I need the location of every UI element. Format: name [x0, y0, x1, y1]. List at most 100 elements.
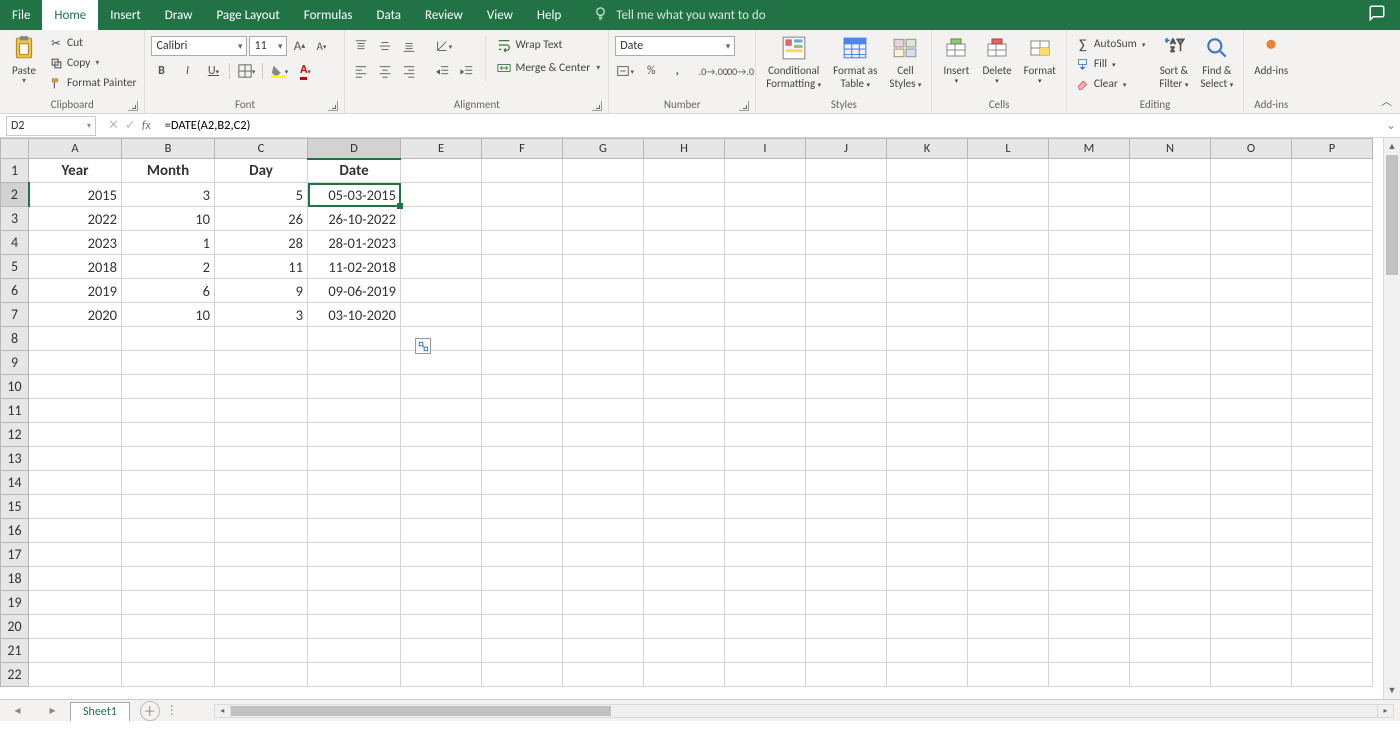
- cell-B17[interactable]: [122, 543, 215, 567]
- cell-P16[interactable]: [1292, 519, 1373, 543]
- cell-E8[interactable]: [401, 327, 482, 351]
- decrease-indent-icon[interactable]: [433, 61, 453, 81]
- cell-K11[interactable]: [887, 399, 968, 423]
- row-header-6[interactable]: 6: [1, 279, 29, 303]
- cell-L9[interactable]: [968, 351, 1049, 375]
- cell-M13[interactable]: [1049, 447, 1130, 471]
- cell-M9[interactable]: [1049, 351, 1130, 375]
- cell-A1[interactable]: Year: [29, 159, 122, 183]
- row-header-5[interactable]: 5: [1, 255, 29, 279]
- column-header-O[interactable]: O: [1211, 139, 1292, 159]
- cell-F10[interactable]: [482, 375, 563, 399]
- cell-E18[interactable]: [401, 567, 482, 591]
- paste-button[interactable]: Paste ▾: [6, 32, 42, 89]
- cell-E15[interactable]: [401, 495, 482, 519]
- cell-I17[interactable]: [725, 543, 806, 567]
- cell-D10[interactable]: [308, 375, 401, 399]
- horizontal-scrollbar[interactable]: ◂ ▸: [214, 704, 1394, 718]
- cell-M4[interactable]: [1049, 231, 1130, 255]
- cell-N7[interactable]: [1130, 303, 1211, 327]
- tab-home[interactable]: Home: [42, 0, 98, 30]
- cell-P12[interactable]: [1292, 423, 1373, 447]
- row-header-7[interactable]: 7: [1, 303, 29, 327]
- cell-P15[interactable]: [1292, 495, 1373, 519]
- cell-H15[interactable]: [644, 495, 725, 519]
- clipboard-dialog-launcher[interactable]: [128, 101, 138, 111]
- cell-N8[interactable]: [1130, 327, 1211, 351]
- cell-L21[interactable]: [968, 639, 1049, 663]
- italic-button[interactable]: I: [177, 61, 197, 81]
- cell-E12[interactable]: [401, 423, 482, 447]
- cell-M6[interactable]: [1049, 279, 1130, 303]
- cell-O1[interactable]: [1211, 159, 1292, 183]
- font-dialog-launcher[interactable]: [328, 101, 338, 111]
- column-header-G[interactable]: G: [563, 139, 644, 159]
- cell-P8[interactable]: [1292, 327, 1373, 351]
- cell-M7[interactable]: [1049, 303, 1130, 327]
- cell-P19[interactable]: [1292, 591, 1373, 615]
- cell-K21[interactable]: [887, 639, 968, 663]
- cell-J11[interactable]: [806, 399, 887, 423]
- cell-D12[interactable]: [308, 423, 401, 447]
- cell-D7[interactable]: 03-10-2020: [308, 303, 401, 327]
- cell-F18[interactable]: [482, 567, 563, 591]
- cell-K19[interactable]: [887, 591, 968, 615]
- align-left-icon[interactable]: [351, 61, 371, 81]
- cell-E16[interactable]: [401, 519, 482, 543]
- scroll-left-icon[interactable]: ◂: [215, 705, 231, 717]
- cell-G12[interactable]: [563, 423, 644, 447]
- cell-G13[interactable]: [563, 447, 644, 471]
- cell-F13[interactable]: [482, 447, 563, 471]
- cell-K15[interactable]: [887, 495, 968, 519]
- cell-C2[interactable]: 5: [215, 183, 308, 207]
- cell-H18[interactable]: [644, 567, 725, 591]
- comments-icon[interactable]: [1368, 4, 1386, 26]
- cell-J19[interactable]: [806, 591, 887, 615]
- merge-center-button[interactable]: Merge & Center▾: [494, 59, 602, 77]
- cell-I22[interactable]: [725, 663, 806, 687]
- row-header-3[interactable]: 3: [1, 207, 29, 231]
- cell-C22[interactable]: [215, 663, 308, 687]
- cell-K3[interactable]: [887, 207, 968, 231]
- cell-C15[interactable]: [215, 495, 308, 519]
- bold-button[interactable]: B: [151, 61, 171, 81]
- worksheet-grid[interactable]: ABCDEFGHIJKLMNOP1YearMonthDayDate2201535…: [0, 138, 1400, 699]
- cell-K18[interactable]: [887, 567, 968, 591]
- cell-M20[interactable]: [1049, 615, 1130, 639]
- comma-button[interactable]: ,: [667, 61, 687, 81]
- cell-F5[interactable]: [482, 255, 563, 279]
- cell-M5[interactable]: [1049, 255, 1130, 279]
- cell-A22[interactable]: [29, 663, 122, 687]
- cell-J7[interactable]: [806, 303, 887, 327]
- cell-F15[interactable]: [482, 495, 563, 519]
- cell-I5[interactable]: [725, 255, 806, 279]
- cell-J22[interactable]: [806, 663, 887, 687]
- cell-G6[interactable]: [563, 279, 644, 303]
- cell-O9[interactable]: [1211, 351, 1292, 375]
- cell-I11[interactable]: [725, 399, 806, 423]
- cell-N12[interactable]: [1130, 423, 1211, 447]
- cell-M18[interactable]: [1049, 567, 1130, 591]
- cell-J21[interactable]: [806, 639, 887, 663]
- cell-P20[interactable]: [1292, 615, 1373, 639]
- tab-split-icon[interactable]: ⋮: [160, 703, 184, 718]
- column-header-N[interactable]: N: [1130, 139, 1211, 159]
- cell-A15[interactable]: [29, 495, 122, 519]
- cell-K1[interactable]: [887, 159, 968, 183]
- cell-N6[interactable]: [1130, 279, 1211, 303]
- row-header-16[interactable]: 16: [1, 519, 29, 543]
- cell-H22[interactable]: [644, 663, 725, 687]
- cell-styles-button[interactable]: CellStyles ▾: [885, 32, 925, 92]
- delete-cells-button[interactable]: Delete▾: [978, 32, 1015, 88]
- cell-P5[interactable]: [1292, 255, 1373, 279]
- cell-O6[interactable]: [1211, 279, 1292, 303]
- cell-J15[interactable]: [806, 495, 887, 519]
- cell-P4[interactable]: [1292, 231, 1373, 255]
- cell-L13[interactable]: [968, 447, 1049, 471]
- cell-F12[interactable]: [482, 423, 563, 447]
- cell-I14[interactable]: [725, 471, 806, 495]
- new-sheet-button[interactable]: ＋: [140, 701, 160, 721]
- cell-B12[interactable]: [122, 423, 215, 447]
- cell-L18[interactable]: [968, 567, 1049, 591]
- row-header-10[interactable]: 10: [1, 375, 29, 399]
